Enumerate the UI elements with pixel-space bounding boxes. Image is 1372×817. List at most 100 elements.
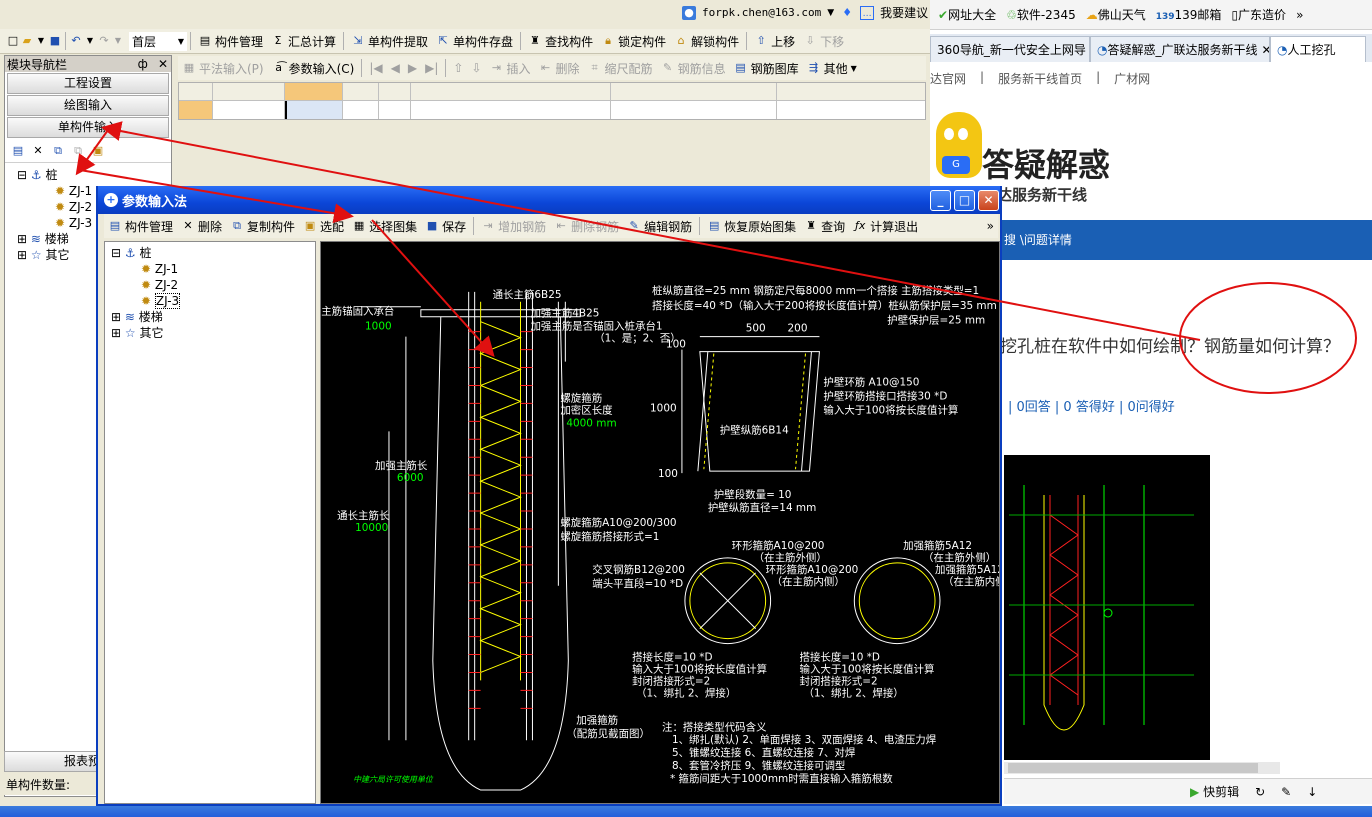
maximize-icon[interactable]: □: [954, 190, 975, 211]
minimize-icon[interactable]: _: [930, 190, 951, 211]
copy-icon[interactable]: ⧉: [51, 144, 65, 158]
save-component-button[interactable]: ⇱ 单构件存盘: [432, 30, 517, 52]
properties-icon[interactable]: ▤: [11, 144, 25, 158]
dialog-titlebar[interactable]: + 参数输入法 _ □ ✕: [98, 186, 1000, 214]
new-file-icon[interactable]: □: [6, 34, 20, 48]
delete-button[interactable]: ✕ 删除: [177, 215, 226, 237]
select-atlas-button[interactable]: ▦ 选择图集: [348, 215, 421, 237]
tree-node-pile[interactable]: ⊟ ⚓ 桩: [111, 245, 315, 261]
account-email[interactable]: forpk.chen@163.com: [702, 6, 821, 19]
component-manage-button[interactable]: ▤ 构件管理: [104, 215, 177, 237]
calc-exit-button[interactable]: ƒx 计算退出: [849, 215, 922, 237]
restore-icon: ▤: [708, 219, 720, 232]
tab[interactable]: ◔答疑解惑_广联达服务新干线 ✕: [1090, 36, 1270, 62]
tree-node-label: 其它: [139, 326, 164, 340]
tree-node-stair[interactable]: ⊞ ≋ 楼梯: [111, 309, 315, 325]
site-link[interactable]: 广材网: [1114, 70, 1150, 94]
save-button[interactable]: ■ 保存: [421, 215, 470, 237]
other-menu-button[interactable]: ⇶ 其他 ▼: [803, 57, 861, 79]
lock-component-button[interactable]: 🔒︎ 锁定构件: [597, 30, 670, 52]
site-link[interactable]: 达官网: [930, 70, 966, 94]
delete-icon[interactable]: ✕: [31, 144, 45, 158]
question-image[interactable]: [1004, 455, 1210, 760]
summary-calc-button[interactable]: Σ 汇总计算: [267, 30, 340, 52]
gear-icon: ✹: [55, 216, 66, 230]
download-icon[interactable]: ↓: [1307, 785, 1317, 799]
rebar-library-button[interactable]: ▤ 钢筋图库: [730, 57, 803, 79]
down-button: ⇩: [471, 61, 482, 75]
bookmark-label: 网址大全: [948, 8, 997, 22]
horizontal-scrollbar[interactable]: [1004, 762, 1280, 774]
divider: |: [1096, 70, 1101, 84]
save-icon[interactable]: ■: [48, 34, 62, 48]
nav-single-component-input[interactable]: 单构件输入: [7, 117, 169, 138]
weather-icon: ☁: [1085, 8, 1098, 22]
extract-icon: ⇲: [353, 34, 363, 47]
open-folder-icon[interactable]: ▰: [20, 34, 34, 48]
close-icon[interactable]: ✕: [1262, 43, 1270, 57]
tree-node-other[interactable]: ⊞ ☆ 其它: [111, 325, 315, 341]
expand-icon[interactable]: ⊞: [111, 326, 121, 340]
account-dropdown-icon[interactable]: ▼: [827, 8, 834, 18]
dropdown-icon[interactable]: ▼: [34, 34, 48, 48]
floor-select[interactable]: 首层 ▼: [129, 31, 187, 51]
copy-component-button[interactable]: ⧉ 复制构件: [226, 215, 299, 237]
expand-icon[interactable]: ⊞: [111, 310, 121, 324]
query-button[interactable]: ♜ 查询: [800, 215, 849, 237]
dropdown-icon[interactable]: ▼: [83, 34, 97, 48]
label: 其他: [823, 61, 848, 76]
question-stats[interactable]: | 0回答 | 0 答得好 | 0问得好: [1008, 396, 1175, 415]
cad-sec1-ring2: 环形箍筋A10@200: [766, 563, 859, 576]
param-input-button[interactable]: a͡ 参数输入(C): [268, 57, 359, 79]
cad-wall-ring-note: 输入大于100将按长度值计算: [823, 403, 958, 416]
collapse-icon[interactable]: ⊟: [111, 246, 121, 260]
tree-leaf[interactable]: ✹ ZJ-1: [111, 261, 315, 277]
tree-leaf-selected[interactable]: ✹ ZJ-3: [111, 293, 315, 309]
mascot-logo: G: [930, 108, 990, 186]
expand-icon[interactable]: ⊞: [17, 248, 27, 262]
pin-icon[interactable]: ф: [138, 57, 148, 71]
component-manage-button[interactable]: ▤ 构件管理: [194, 30, 267, 52]
bookmark-item[interactable]: ▯广东造价: [1231, 6, 1286, 23]
bell-icon[interactable]: ♦: [840, 6, 854, 20]
tab-active[interactable]: ◔ 人工挖孔: [1270, 36, 1366, 62]
more-bookmarks-icon[interactable]: »: [1296, 8, 1303, 22]
separator: [343, 32, 345, 50]
bookmark-item[interactable]: 139139邮箱: [1156, 6, 1222, 23]
list-icon: ▤: [109, 219, 121, 232]
cad-drawing[interactable]: 主筋锚固入承台 1000 通长主筋6B25 加强主筋4B25 加强主筋是否锚固入…: [320, 241, 1000, 804]
bookmark-item[interactable]: ☁佛山天气: [1086, 6, 1146, 23]
rebar-grid[interactable]: [178, 82, 926, 120]
nav-project-settings[interactable]: 工程设置: [7, 73, 169, 94]
edit-rebar-button[interactable]: ✎ 编辑钢筋: [623, 215, 696, 237]
move-up-button[interactable]: ⇧ 上移: [750, 30, 799, 52]
select-rebar-button[interactable]: ▣ 选配: [299, 215, 348, 237]
label: 删除: [555, 61, 580, 76]
more-icon[interactable]: »: [987, 219, 998, 233]
expand-icon[interactable]: ⊞: [17, 232, 27, 246]
collapse-icon[interactable]: ⊟: [17, 168, 27, 182]
clip-button[interactable]: ▶ 快剪辑: [1190, 783, 1239, 800]
binoculars-icon: ♜: [530, 34, 540, 47]
restore-atlas-button[interactable]: ▤ 恢复原始图集: [703, 215, 800, 237]
site-link[interactable]: 服务新干线首页: [998, 70, 1082, 94]
hao-icon: ✔: [938, 8, 949, 22]
undo-icon[interactable]: ↶: [69, 34, 83, 48]
bookmark-item[interactable]: ♲软件-2345: [1006, 6, 1076, 23]
breadcrumb[interactable]: 搜 \问题详情: [1004, 233, 1072, 247]
tree-node-pile[interactable]: ⊟ ⚓ 桩: [17, 167, 171, 183]
pin-icon[interactable]: ✎: [1281, 785, 1291, 799]
tab[interactable]: 360导航_新一代安全上网导✕: [930, 36, 1090, 62]
star-icon: ☆: [30, 248, 42, 262]
paste-icon[interactable]: ▣: [91, 144, 105, 158]
bookmark-item[interactable]: ✔网址大全: [938, 6, 996, 23]
refresh-icon[interactable]: ↻: [1255, 785, 1265, 799]
close-icon[interactable]: ✕: [158, 57, 168, 71]
suggest-link[interactable]: 我要建议: [880, 4, 928, 21]
tree-leaf[interactable]: ✹ ZJ-2: [111, 277, 315, 293]
unlock-component-button[interactable]: ⌂ 解锁构件: [670, 30, 743, 52]
find-component-button[interactable]: ♜ 查找构件: [524, 30, 597, 52]
extract-component-button[interactable]: ⇲ 单构件提取: [347, 30, 432, 52]
close-icon[interactable]: ✕: [978, 190, 999, 211]
nav-drawing-input[interactable]: 绘图输入: [7, 95, 169, 116]
